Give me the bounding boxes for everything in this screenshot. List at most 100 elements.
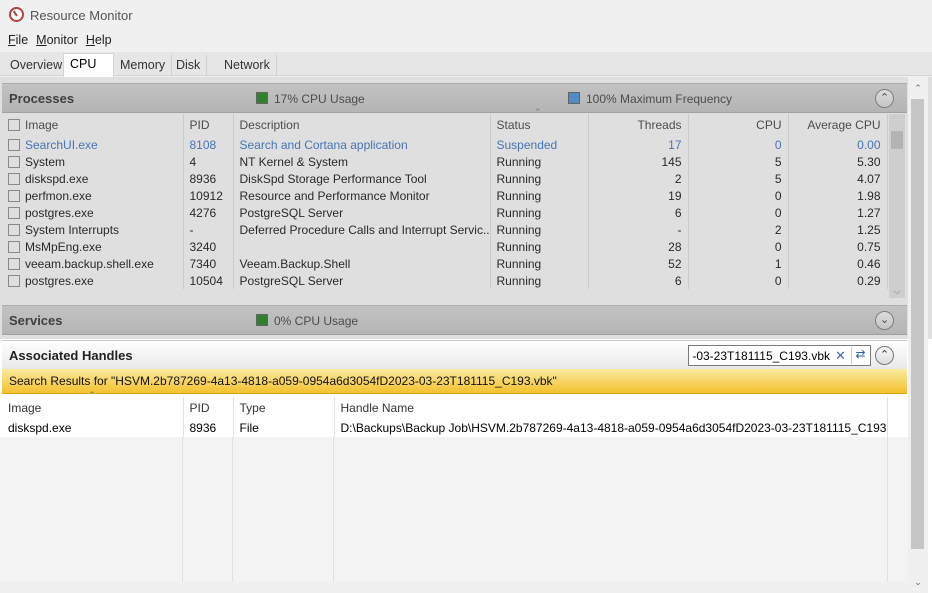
process-status: Running [490, 272, 589, 289]
table-row[interactable]: MsMpEng.exe 3240 Running 28 0 0.75 [2, 238, 888, 255]
resource-monitor-icon [9, 7, 24, 22]
scroll-down-icon[interactable]: ⌵ [889, 284, 905, 298]
process-pid: 8108 [183, 136, 234, 153]
table-row[interactable]: System 4 NT Kernel & System Running 145 5 5.30 [2, 153, 888, 170]
title-bar: Resource Monitor [0, 0, 932, 30]
table-row[interactable]: veeam.backup.shell.exe 7340 Veeam.Backup.S… [2, 255, 888, 272]
handles-table: Image PID Type Handle Name diskspd.exe 8… [2, 397, 888, 570]
process-description: Veeam.Backup.Shell [233, 255, 491, 272]
process-image: MsMpEng.exe [2, 238, 184, 255]
refresh-search-icon[interactable]: ⇄ [851, 347, 869, 364]
process-pid: 3240 [183, 238, 234, 255]
table-row[interactable]: perfmon.exe 10912 Resource and Performance… [2, 187, 888, 204]
handles-col-pid[interactable]: PID [183, 397, 234, 419]
row-checkbox[interactable] [8, 189, 20, 202]
handles-collapse-chevron-icon[interactable]: ⌃ [875, 346, 894, 365]
menu-help[interactable]: Help [82, 31, 116, 51]
tab-disk[interactable]: Disk [170, 55, 208, 76]
col-threads[interactable]: Threads [588, 114, 689, 136]
process-status: Running [490, 187, 589, 204]
row-checkbox[interactable] [8, 138, 20, 151]
process-description: Deferred Procedure Calls and Interrupt S… [233, 221, 491, 238]
row-checkbox[interactable] [8, 274, 20, 287]
process-status: Running [490, 153, 589, 170]
process-image: postgres.exe [2, 272, 184, 289]
menu-monitor[interactable]: Monitor [32, 31, 82, 51]
col-cpu[interactable]: CPU [688, 114, 789, 136]
handles-col-type[interactable]: Type [233, 397, 335, 419]
table-row[interactable]: postgres.exe 4276 PostgreSQL Server Running… [2, 204, 888, 221]
col-pid[interactable]: PID [183, 114, 234, 136]
process-description: PostgreSQL Server [233, 272, 491, 289]
processes-header[interactable]: Processes 17% CPU Usage 100% Maximum Fre… [2, 83, 907, 113]
services-header[interactable]: Services 0% CPU Usage ⌄ [2, 305, 907, 335]
process-cpu: 5 [688, 170, 789, 187]
expand-chevron-icon[interactable]: ⌄ [875, 311, 894, 330]
scroll-down-icon[interactable]: ⌄ [908, 575, 928, 589]
process-threads: 19 [588, 187, 689, 204]
row-checkbox[interactable] [8, 206, 20, 219]
tab-overview[interactable]: Overview [4, 55, 70, 76]
row-checkbox[interactable] [8, 172, 20, 185]
col-description[interactable]: Description [233, 114, 491, 136]
process-image: diskspd.exe [2, 170, 184, 187]
process-threads: 28 [588, 238, 689, 255]
handles-column-divider [333, 437, 334, 582]
process-cpu: 0 [688, 204, 789, 221]
process-average-cpu: 1.98 [788, 187, 888, 204]
menu-file[interactable]: File [4, 31, 32, 51]
services-cpu-usage: 0% CPU Usage [274, 314, 359, 328]
row-checkbox[interactable] [8, 240, 20, 253]
table-row[interactable]: System Interrupts - Deferred Procedure Cal… [2, 221, 888, 238]
row-checkbox[interactable] [8, 257, 20, 270]
tab-cpu[interactable]: CPU [63, 53, 114, 77]
main-scroll-thumb[interactable] [911, 99, 924, 549]
process-pid: 4 [183, 153, 234, 170]
main-scrollbar[interactable]: ⌃ ⌄ [908, 77, 928, 593]
process-image: SearchUI.exe [2, 136, 184, 153]
select-all-checkbox[interactable] [8, 119, 20, 131]
table-row[interactable]: SearchUI.exe 8108 Search and Cortana appli… [2, 136, 888, 153]
clear-search-icon[interactable]: ✕ [835, 348, 846, 364]
handles-sort-indicator-icon: ⌃ [88, 390, 96, 400]
table-row[interactable]: diskspd.exe 8936 DiskSpd Storage Performan… [2, 170, 888, 187]
row-checkbox[interactable] [8, 155, 20, 168]
process-image: postgres.exe [2, 204, 184, 221]
process-image: perfmon.exe [2, 187, 184, 204]
process-cpu: 1 [688, 255, 789, 272]
row-checkbox[interactable] [8, 223, 20, 236]
handles-column-divider [182, 437, 183, 582]
process-description: NT Kernel & System [233, 153, 491, 170]
window-title: Resource Monitor [30, 8, 133, 23]
services-cpu-legend-swatch [256, 314, 268, 326]
processes-scrollbar[interactable]: ⌵ [889, 114, 905, 298]
sort-indicator-icon: ⌃ [534, 107, 542, 117]
cpu-usage-legend-swatch [256, 92, 268, 104]
collapse-chevron-icon[interactable]: ⌃ [875, 89, 894, 108]
process-description [233, 238, 491, 255]
col-average-cpu[interactable]: Average CPU [788, 114, 888, 136]
process-threads: 6 [588, 272, 689, 289]
tab-network[interactable]: Network [218, 55, 277, 76]
scroll-up-icon[interactable]: ⌃ [908, 81, 928, 95]
process-pid: 10912 [183, 187, 234, 204]
table-row[interactable]: postgres.exe 10504 PostgreSQL Server Runnin… [2, 272, 888, 289]
process-cpu: 2 [688, 221, 789, 238]
process-pid: - [183, 221, 234, 238]
process-threads: 6 [588, 204, 689, 221]
col-image[interactable]: Image [2, 114, 184, 136]
process-image: System Interrupts [2, 221, 184, 238]
handles-col-handle-name[interactable]: Handle Name [334, 397, 888, 419]
tab-memory[interactable]: Memory [114, 55, 173, 76]
process-average-cpu: 0.46 [788, 255, 888, 272]
process-average-cpu: 1.25 [788, 221, 888, 238]
handle-name: D:\Backups\Backup Job\HSVM.2b787269-4a13… [334, 419, 888, 436]
process-status: Running [490, 204, 589, 221]
handles-search-box[interactable]: ✕ ⇄ [688, 345, 871, 366]
table-row[interactable]: diskspd.exe 8936 File D:\Backups\Backup … [2, 419, 888, 436]
process-image: veeam.backup.shell.exe [2, 255, 184, 272]
processes-table: Image PID Description Status Threads CPU… [2, 114, 888, 289]
processes-scroll-thumb[interactable] [891, 131, 903, 149]
handles-search-input[interactable] [692, 348, 830, 364]
process-pid: 4276 [183, 204, 234, 221]
